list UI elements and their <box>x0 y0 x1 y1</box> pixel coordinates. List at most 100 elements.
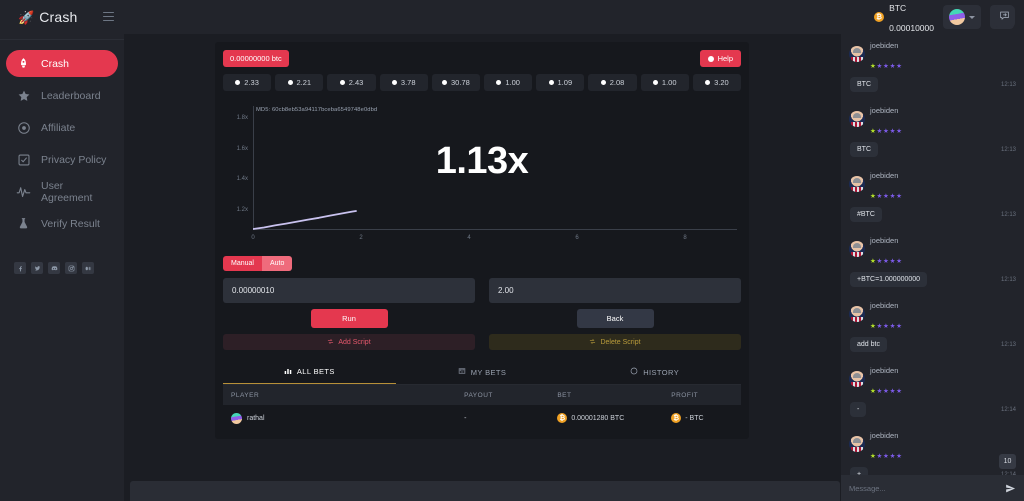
facebook-icon[interactable] <box>14 262 26 274</box>
balance-amount: 0.00010000 <box>889 23 934 33</box>
instagram-icon[interactable] <box>65 262 77 274</box>
history-chip[interactable]: 2.43 <box>327 74 376 91</box>
chart-line <box>253 210 357 230</box>
chat-toggle-icon <box>999 8 1010 26</box>
history-dot-icon <box>652 80 658 85</box>
chat-username[interactable]: joebiden <box>870 236 898 245</box>
bar-chart-icon <box>284 367 292 377</box>
checklist-icon <box>16 152 31 167</box>
history-chip[interactable]: 2.21 <box>275 74 324 91</box>
chevron-down-icon <box>969 15 975 19</box>
star-icon <box>16 88 31 103</box>
history-value: 1.00 <box>505 78 520 87</box>
chat-username[interactable]: joebiden <box>870 171 898 180</box>
chat-timestamp: 12:13 <box>1000 211 1016 218</box>
send-icon[interactable] <box>1005 483 1016 494</box>
history-chip[interactable]: 1.09 <box>536 74 585 91</box>
history-chip[interactable]: 1.00 <box>484 74 533 91</box>
chart-md5-hash: MD5: 60cb8eb53a94117bceba6549748e0dbd <box>256 107 378 113</box>
tab-all-bets[interactable]: ALL BETS <box>223 360 396 384</box>
sidebar-nav: Crash Leaderboard Affiliate Privacy Poli… <box>0 50 124 237</box>
history-chip[interactable]: 3.20 <box>692 74 742 91</box>
history-dot-icon <box>235 80 241 85</box>
tab-manual[interactable]: Manual <box>223 256 262 271</box>
history-chip[interactable]: 2.33 <box>223 74 272 91</box>
discord-icon[interactable] <box>48 262 60 274</box>
sidebar-divider <box>0 39 124 40</box>
history-dot-icon <box>391 80 397 85</box>
chat-username[interactable]: joebiden <box>870 41 898 50</box>
avatar <box>231 412 242 424</box>
history-chip[interactable]: 3.78 <box>379 74 428 91</box>
help-button[interactable]: Help <box>699 50 741 67</box>
hamburger-menu-button[interactable] <box>103 12 114 21</box>
sidebar-item-label: User Agreement <box>41 179 93 204</box>
sidebar-item-leaderboard[interactable]: Leaderboard <box>6 82 118 109</box>
chat-username[interactable]: joebiden <box>870 431 898 440</box>
delete-script-button[interactable]: Delete Script <box>489 334 741 350</box>
x-tick: 0 <box>251 235 255 241</box>
delete-script-label: Delete Script <box>600 338 641 346</box>
chat-username[interactable]: joebiden <box>870 301 898 310</box>
sidebar-item-verify-result[interactable]: Verify Result <box>6 210 118 237</box>
target-icon <box>16 120 31 135</box>
script-icon <box>327 338 334 347</box>
game-header: 0.00000000 btc Help <box>223 50 741 67</box>
avatar <box>849 46 865 62</box>
history-chip[interactable]: 30.78 <box>431 74 481 91</box>
topbar: ₿ BTC 0.00010000 <box>124 0 1024 34</box>
y-tick: 1.6x <box>236 146 248 152</box>
balance-display[interactable]: ₿ BTC 0.00010000 <box>874 0 934 37</box>
rocket-nav-icon <box>16 56 31 71</box>
sidebar-item-privacy-policy[interactable]: Privacy Policy <box>6 146 118 173</box>
rating-stars: ★★★★★ <box>870 128 903 135</box>
unread-count-badge[interactable]: 10 <box>999 454 1016 469</box>
clock-icon <box>630 367 638 377</box>
history-chip[interactable]: 2.08 <box>588 74 637 91</box>
current-bet-chip[interactable]: 0.00000000 btc <box>223 50 289 67</box>
tab-history[interactable]: HISTORY <box>568 360 741 384</box>
user-menu-button[interactable] <box>943 5 981 29</box>
sidebar-item-label: Privacy Policy <box>41 153 107 166</box>
avatar <box>849 436 865 452</box>
tab-auto[interactable]: Auto <box>261 256 293 271</box>
chat-username[interactable]: joebiden <box>870 106 898 115</box>
chat-bubble: +BTC=1.000000000 <box>850 272 928 287</box>
medium-icon[interactable] <box>82 262 94 274</box>
run-button-row: Run <box>223 309 475 328</box>
avatar <box>849 371 865 387</box>
sidebar-item-label: Leaderboard <box>41 89 101 102</box>
auto-cashout-input[interactable]: 2.00 <box>489 278 741 303</box>
chat-messages[interactable]: joebiden ★★★★★ BTC 12:13 joebiden ★★★★★ <box>841 34 1024 475</box>
table-row[interactable]: rathal - ₿ 0.00001280 BTC ₿ - BTC <box>223 405 741 431</box>
history-dot-icon <box>496 80 502 85</box>
brand-name: Crash <box>39 9 78 25</box>
cell-payout: - <box>464 414 467 422</box>
profit-amount: - BTC <box>685 414 704 422</box>
sidebar-item-user-agreement[interactable]: User Agreement <box>6 178 118 205</box>
bet-controls: 0.00000010 Run 2.00 Back <box>223 278 741 328</box>
history-value: 2.21 <box>296 78 312 87</box>
back-button[interactable]: Back <box>576 309 654 328</box>
sidebar-item-crash[interactable]: Crash <box>6 50 118 77</box>
twitter-icon[interactable] <box>31 262 43 274</box>
run-button[interactable]: Run <box>310 309 388 328</box>
bet-amount: 0.00001280 BTC <box>571 414 625 422</box>
history-value: 3.78 <box>400 78 416 87</box>
sidebar-item-affiliate[interactable]: Affiliate <box>6 114 118 141</box>
history-value: 1.09 <box>557 78 573 87</box>
chat-message-input[interactable]: Message... <box>849 484 999 493</box>
add-script-button[interactable]: Add Script <box>223 334 475 350</box>
history-dot-icon <box>339 80 345 85</box>
bet-amount-input[interactable]: 0.00000010 <box>223 278 475 303</box>
chat-toggle-button[interactable] <box>994 6 1015 27</box>
chat-username[interactable]: joebiden <box>870 366 898 375</box>
balance-currency: BTC <box>889 3 907 13</box>
chat-bubble: BTC <box>850 142 878 157</box>
chart-y-axis: 1.8x 1.6x 1.4x 1.2x <box>229 98 253 228</box>
history-chip[interactable]: 1.00 <box>640 74 689 91</box>
column-payout: PAYOUT <box>464 391 493 399</box>
tab-my-bets[interactable]: MY BETS <box>396 360 569 384</box>
chat-message: joebiden ★★★★★ BTC 12:13 <box>849 99 1016 157</box>
script-buttons: Add Script Delete Script <box>223 334 741 350</box>
